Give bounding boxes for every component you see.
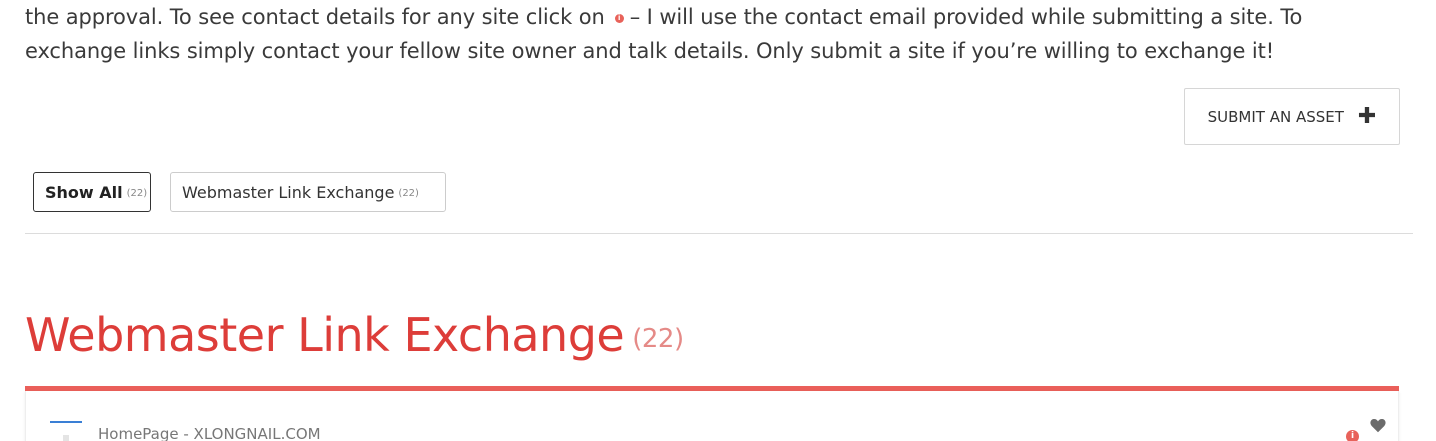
filter-webmaster-link-exchange-count: (22) [398, 188, 419, 199]
site-thumbnail[interactable] [50, 421, 82, 441]
filter-show-all-label: Show All [45, 182, 123, 202]
intro-text: the approval. To see contact details for… [25, 0, 1425, 68]
listing-title[interactable]: HomePage - XLONGNAIL.COM [98, 425, 321, 441]
submit-asset-label: SUBMIT AN ASSET [1207, 107, 1344, 126]
page: the approval. To see contact details for… [0, 0, 1436, 441]
info-icon[interactable]: i [1346, 430, 1359, 441]
info-icon[interactable]: i [614, 13, 624, 23]
filter-webmaster-link-exchange[interactable]: Webmaster Link Exchange (22) [170, 172, 446, 212]
filter-show-all[interactable]: Show All (22) [33, 172, 151, 212]
heart-icon[interactable] [1369, 417, 1387, 433]
plus-icon: ✚ [1357, 103, 1377, 129]
section-heading: Webmaster Link Exchange (22) [25, 308, 684, 362]
intro-line-1-after: – I will use the contact email provided … [629, 5, 1303, 29]
filter-show-all-count: (22) [126, 188, 148, 199]
intro-line-2: exchange links simply contact your fello… [25, 39, 1275, 63]
submit-asset-button[interactable]: SUBMIT AN ASSET ✚ [1184, 88, 1400, 145]
section-count: (22) [632, 323, 684, 354]
section-title: Webmaster Link Exchange [25, 308, 625, 362]
divider [25, 233, 1413, 234]
intro-line-1-before: the approval. To see contact details for… [25, 5, 605, 29]
intro-line-1: the approval. To see contact details for… [25, 0, 1425, 34]
filter-webmaster-link-exchange-label: Webmaster Link Exchange [182, 182, 395, 202]
listing-card[interactable]: HomePage - XLONGNAIL.COM i [25, 391, 1399, 441]
